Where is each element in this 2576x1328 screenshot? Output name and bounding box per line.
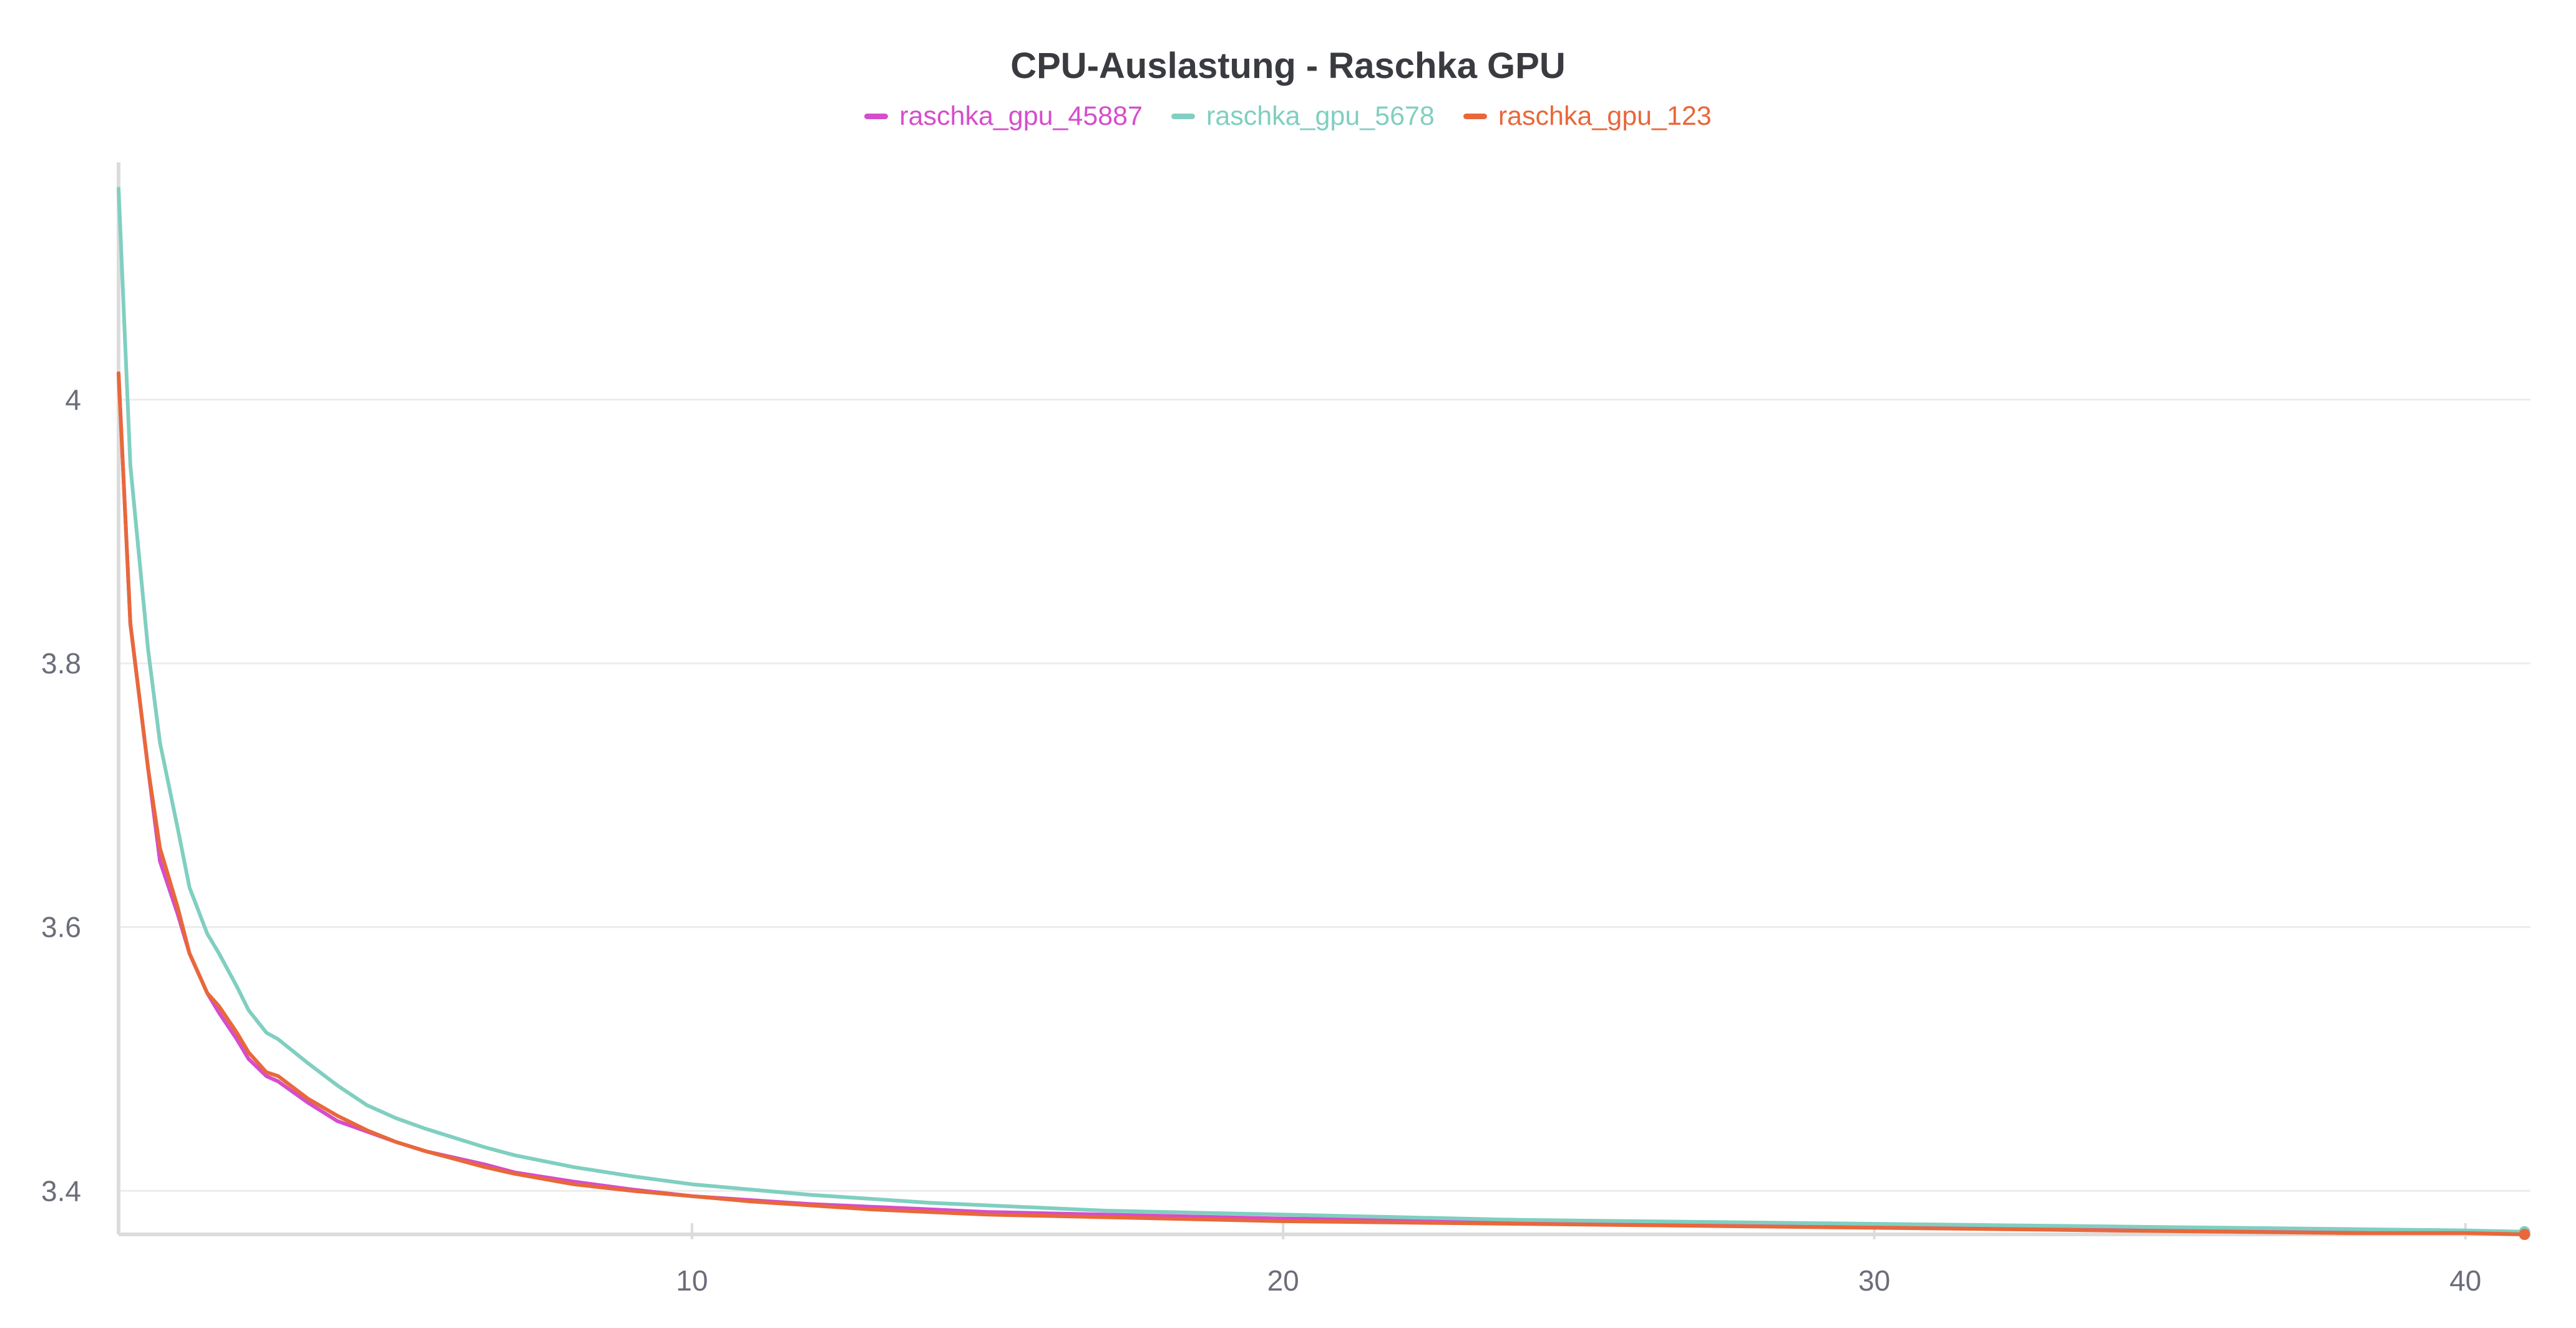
series-line-raschka_gpu_5678 [117, 187, 2527, 1234]
y-tick-label: 4 [65, 383, 81, 416]
y-tick-label: 3.8 [41, 647, 81, 680]
chart: CPU-Auslastung - Raschka GPU raschka_gpu… [0, 0, 2576, 1328]
series-end-marker-raschka_gpu_123 [2519, 1229, 2530, 1240]
y-tick-label: 3.6 [41, 911, 81, 944]
x-tick-label: 40 [2449, 1264, 2481, 1297]
series-line-raschka_gpu_45887 [117, 371, 2527, 1235]
x-tick-label: 20 [1267, 1264, 1299, 1297]
x-tick-label: 30 [1858, 1264, 1890, 1297]
y-tick-label: 3.4 [41, 1174, 81, 1207]
series-line-raschka_gpu_123 [117, 371, 2527, 1236]
plot-area: 3.4 3.6 3.8 4 10 20 30 40 [41, 162, 2530, 1297]
x-tick-label: 10 [676, 1264, 708, 1297]
